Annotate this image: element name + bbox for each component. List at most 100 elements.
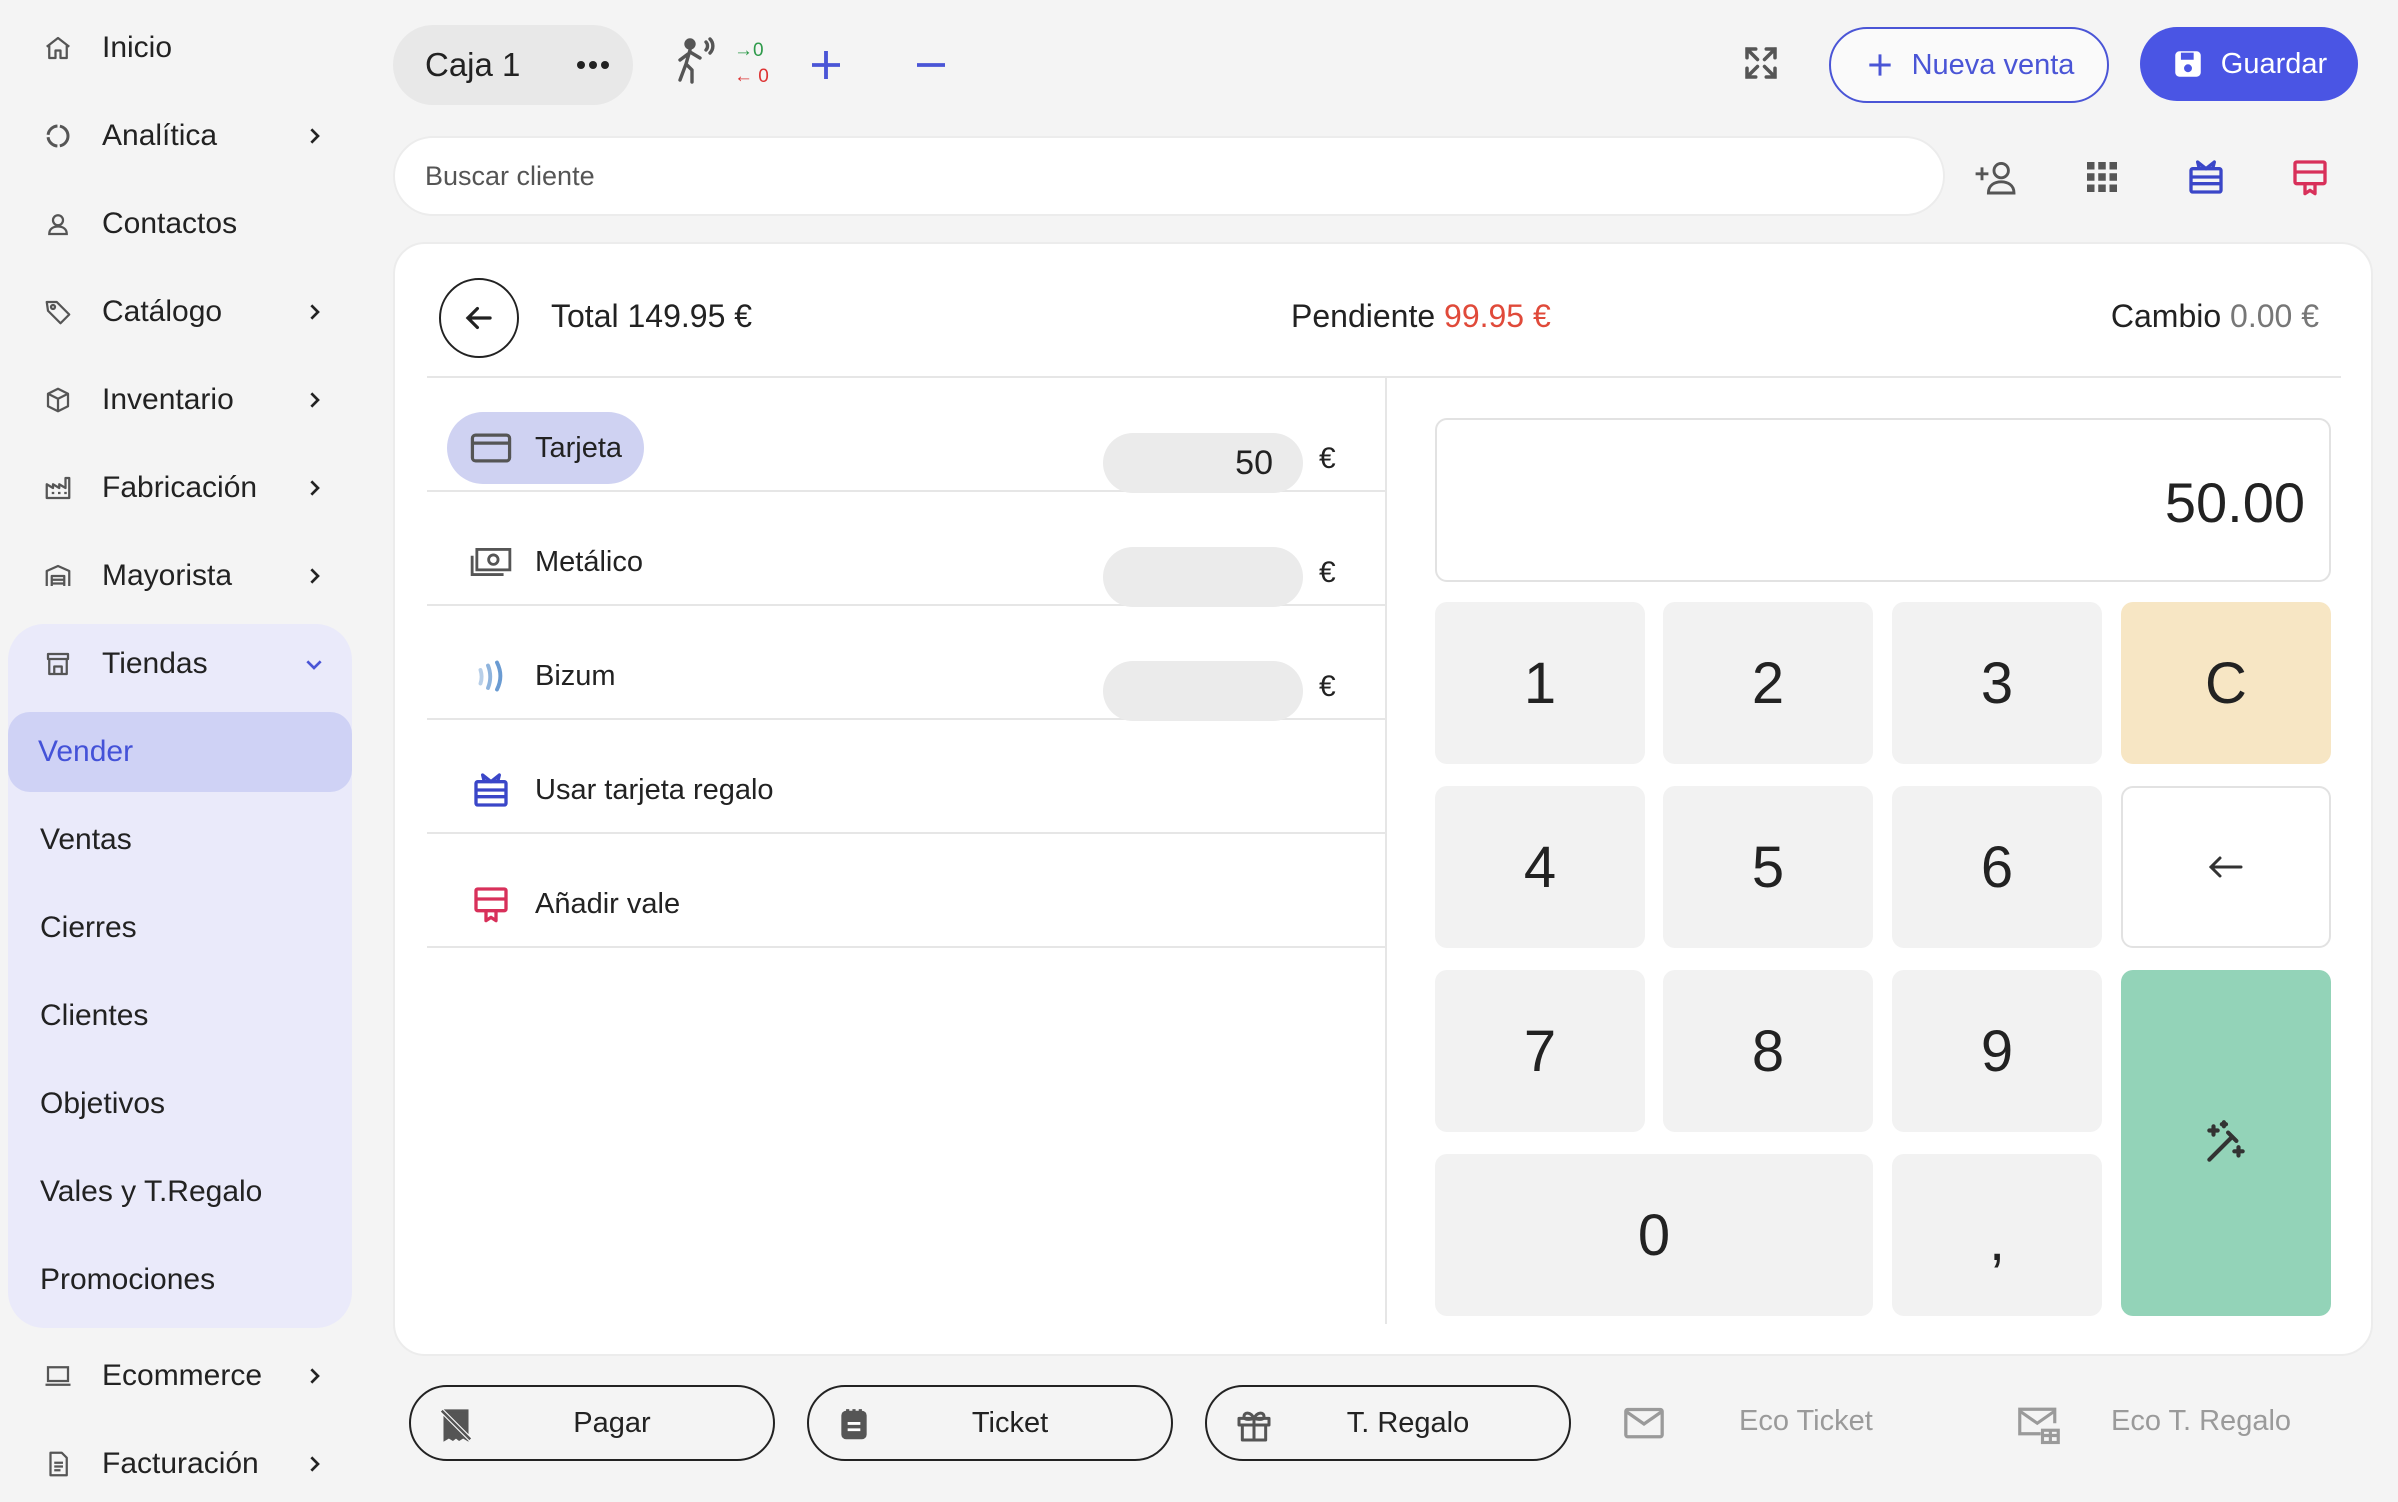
sidebar-item-inventario[interactable]: Inventario xyxy=(10,360,352,440)
sidebar-sub-vales[interactable]: Vales y T.Regalo xyxy=(10,1152,352,1232)
sidebar-item-ecommerce[interactable]: Ecommerce xyxy=(10,1336,352,1416)
tarjeta-method-button[interactable]: Tarjeta xyxy=(447,412,645,484)
remove-visitor-minus-icon[interactable] xyxy=(910,44,952,86)
key-8[interactable]: 8 xyxy=(1663,970,1873,1132)
email-icon[interactable] xyxy=(1622,1404,1666,1444)
fullscreen-icon[interactable] xyxy=(1740,42,1782,84)
backspace-arrow-icon xyxy=(2208,856,2243,878)
column-divider xyxy=(1385,378,1387,1324)
tag-icon xyxy=(40,294,76,330)
box-icon xyxy=(40,382,76,418)
home-icon xyxy=(40,30,76,66)
sidebar-sub-promociones[interactable]: Promociones xyxy=(10,1240,352,1320)
method-label: Metálico xyxy=(535,545,643,578)
sidebar-sub-cierres[interactable]: Cierres xyxy=(10,888,352,968)
add-customer-button[interactable] xyxy=(1974,154,2022,200)
add-voucher-button[interactable]: Añadir vale xyxy=(447,868,702,940)
guardar-button[interactable]: Guardar xyxy=(2140,27,2358,101)
payment-method-metalico: Metálico € xyxy=(427,492,1385,607)
sidebar-sub-ventas[interactable]: Ventas xyxy=(10,800,352,880)
use-gift-card-button[interactable]: Usar tarjeta regalo xyxy=(447,754,796,826)
sidebar-item-catalogo[interactable]: Catálogo xyxy=(10,272,352,352)
ticket-button[interactable]: Ticket xyxy=(807,1385,1173,1461)
sidebar-item-label: Tiendas xyxy=(102,647,208,680)
change-amount: Cambio 0.00 € xyxy=(2111,298,2319,335)
save-icon xyxy=(2175,51,2201,77)
key-7[interactable]: 7 xyxy=(1435,970,1645,1132)
bizum-icon xyxy=(469,658,513,694)
use-gift-card-label: Usar tarjeta regalo xyxy=(535,773,774,806)
metalico-amount-input[interactable] xyxy=(1103,547,1303,607)
add-voucher-row[interactable]: Añadir vale xyxy=(427,834,1385,948)
sidebar-sub-objetivos[interactable]: Objetivos xyxy=(10,1064,352,1144)
sidebar-item-mayorista[interactable]: Mayorista xyxy=(10,536,352,616)
change-label: Cambio xyxy=(2110,298,2222,334)
more-options-icon[interactable] xyxy=(575,49,611,81)
chevron-right-icon xyxy=(310,1456,320,1472)
sidebar-item-analitica[interactable]: Analítica xyxy=(10,96,352,176)
key-auto-fill[interactable] xyxy=(2121,970,2331,1316)
sidebar-item-label: Ecommerce xyxy=(102,1359,263,1392)
tarjeta-amount-input[interactable] xyxy=(1103,433,1303,493)
key-9[interactable]: 9 xyxy=(1892,970,2102,1132)
t-regalo-button[interactable]: T. Regalo xyxy=(1205,1385,1571,1461)
gift-icon xyxy=(1237,1411,1271,1442)
magic-wand-icon xyxy=(2207,1120,2245,1162)
voucher-icon xyxy=(469,884,513,924)
sidebar-item-fabricacion[interactable]: Fabricación xyxy=(10,448,352,528)
key-backspace[interactable] xyxy=(2121,786,2331,948)
sidebar-item-inicio[interactable]: Inicio xyxy=(10,8,352,88)
sidebar-sub-vender[interactable]: Vender xyxy=(8,712,352,792)
add-user-icon xyxy=(1975,161,2016,195)
payment-method-tarjeta: Tarjeta € xyxy=(427,378,1385,493)
sidebar-item-label: Mayorista xyxy=(102,559,233,592)
pagar-button[interactable]: Pagar xyxy=(409,1385,775,1461)
eco-t-regalo-button[interactable]: Eco T. Regalo xyxy=(2111,1405,2291,1438)
caja-selector[interactable]: Caja 1 xyxy=(393,25,633,105)
nueva-venta-button[interactable]: Nueva venta xyxy=(1829,27,2109,103)
payment-method-bizum: Bizum € xyxy=(427,606,1385,721)
sidebar-item-facturacion[interactable]: Facturación xyxy=(10,1424,352,1502)
key-clear[interactable]: C xyxy=(2121,602,2331,764)
key-3[interactable]: 3 xyxy=(1892,602,2102,764)
total-amount: Total 149.95 € xyxy=(551,298,752,335)
sidebar-sub-clientes[interactable]: Clientes xyxy=(10,976,352,1056)
key-4[interactable]: 4 xyxy=(1435,786,1645,948)
key-5[interactable]: 5 xyxy=(1663,786,1873,948)
pending-value: 99.95 € xyxy=(1444,298,1551,334)
back-button[interactable] xyxy=(439,278,519,358)
key-1[interactable]: 1 xyxy=(1435,602,1645,764)
key-6[interactable]: 6 xyxy=(1892,786,2102,948)
metalico-method-button[interactable]: Metálico xyxy=(447,526,665,598)
chevron-right-icon xyxy=(310,128,320,144)
voucher-tool-button[interactable] xyxy=(2286,154,2334,200)
sidebar-item-label: Contactos xyxy=(102,207,238,240)
gift-card-tool-button[interactable] xyxy=(2182,154,2230,200)
email-gift-icon[interactable] xyxy=(2016,1404,2062,1446)
use-gift-card-row[interactable]: Usar tarjeta regalo xyxy=(427,720,1385,834)
credit-card-icon xyxy=(469,431,513,465)
key-2[interactable]: 2 xyxy=(1663,602,1873,764)
total-label: Total xyxy=(551,298,619,334)
product-grid-button[interactable] xyxy=(2078,154,2126,200)
currency-symbol: € xyxy=(1319,556,1336,589)
eco-ticket-button[interactable]: Eco Ticket xyxy=(1739,1405,1873,1438)
method-label: Tarjeta xyxy=(535,431,623,464)
key-comma[interactable]: , xyxy=(1892,1154,2102,1316)
add-visitor-plus-icon[interactable] xyxy=(805,44,847,86)
sidebar-item-contactos[interactable]: Contactos xyxy=(10,184,352,264)
search-customer-input[interactable] xyxy=(393,136,1945,216)
total-value: 149.95 € xyxy=(627,298,753,334)
sidebar-item-tiendas[interactable]: Tiendas xyxy=(10,624,352,704)
plus-icon xyxy=(1868,54,1891,76)
key-0[interactable]: 0 xyxy=(1435,1154,1873,1316)
payment-panel: Total 149.95 € Pendiente 99.95 € Cambio … xyxy=(393,242,2373,1356)
laptop-icon xyxy=(40,1358,76,1394)
arrow-left-icon xyxy=(465,306,492,330)
bizum-method-button[interactable]: Bizum xyxy=(447,640,638,712)
traffic-counts: →0 ← 0 xyxy=(734,38,769,90)
chevron-right-icon xyxy=(310,480,320,496)
bizum-amount-input[interactable] xyxy=(1103,661,1303,721)
chevron-down-icon xyxy=(306,660,322,670)
grid-icon xyxy=(2087,162,2117,192)
